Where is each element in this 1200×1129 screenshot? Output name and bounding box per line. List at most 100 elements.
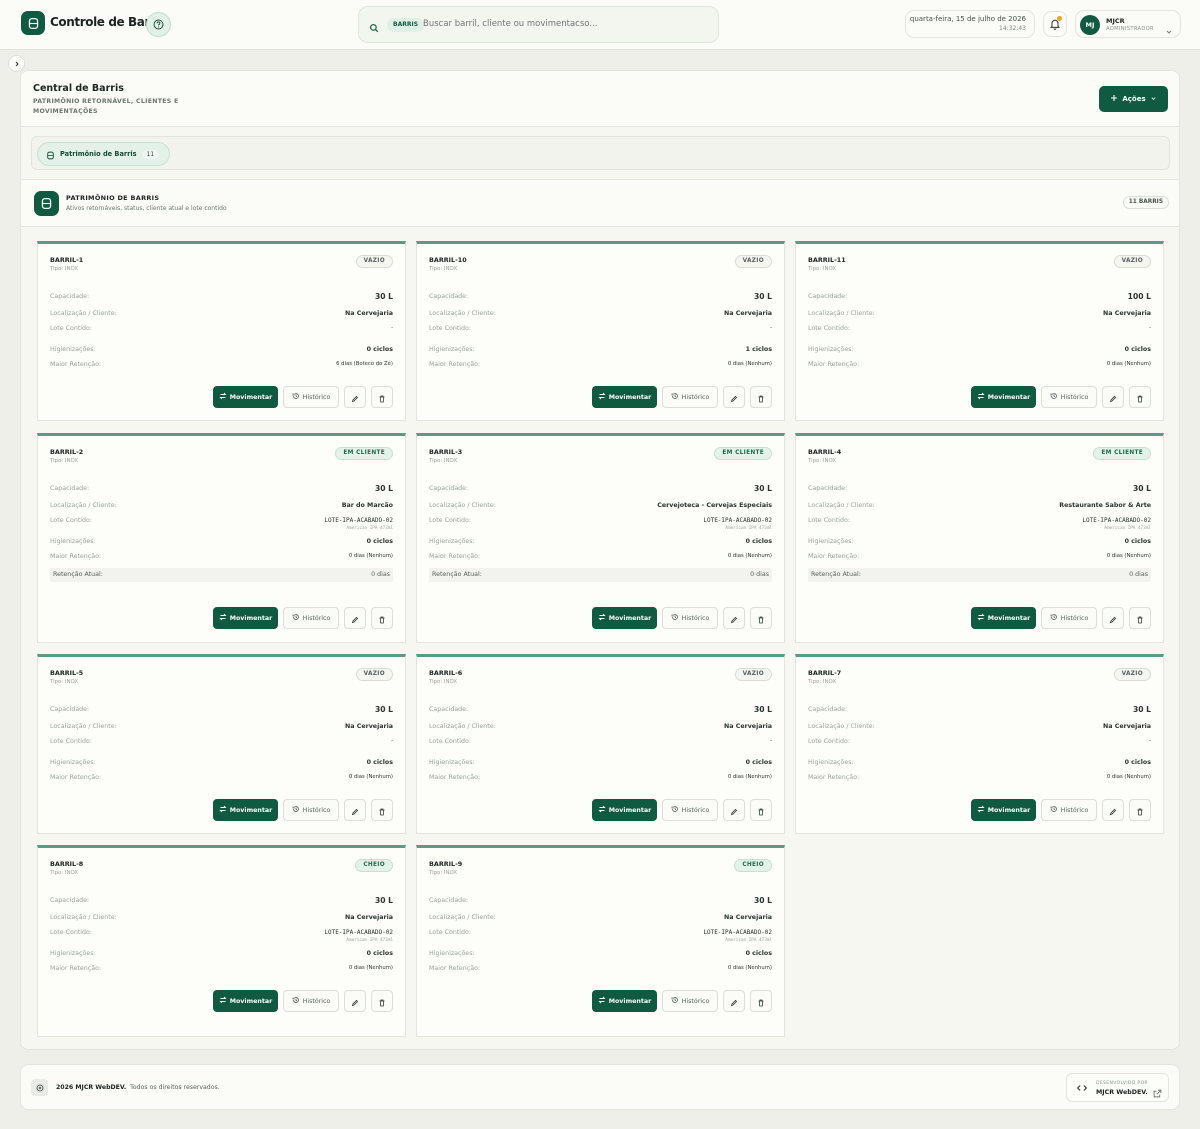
- page-title: Central de Barris: [33, 83, 124, 94]
- move-button[interactable]: Movimentar: [971, 386, 1036, 408]
- edit-button[interactable]: [1102, 386, 1124, 408]
- barrel-id: BARRIL-8: [50, 860, 84, 868]
- trash-icon: [378, 801, 386, 820]
- batch-value: -: [770, 325, 772, 331]
- max-retention-value: 0 dias (Nenhum): [1106, 361, 1151, 367]
- history-button[interactable]: Histórico: [1041, 799, 1097, 821]
- history-button[interactable]: Histórico: [662, 386, 718, 408]
- history-button[interactable]: Histórico: [283, 990, 339, 1012]
- dev-label: DESENVOLVIDO POR: [1096, 1081, 1148, 1086]
- location-row: Localização / Cliente: Restaurante Sabor …: [808, 502, 1151, 514]
- history-button[interactable]: Histórico: [283, 386, 339, 408]
- search-input[interactable]: [423, 19, 703, 29]
- actions-button[interactable]: Ações: [1099, 86, 1168, 112]
- delete-button[interactable]: [371, 386, 393, 408]
- history-button[interactable]: Histórico: [1041, 607, 1097, 629]
- edit-icon: [351, 992, 359, 1011]
- delete-button[interactable]: [371, 607, 393, 629]
- delete-button[interactable]: [1129, 799, 1151, 821]
- batch-product: American IPA 473ml: [725, 938, 772, 943]
- max-retention-label: Maior Retenção:: [429, 774, 481, 781]
- tab-count: 11: [141, 149, 160, 159]
- move-button[interactable]: Movimentar: [213, 386, 278, 408]
- delete-button[interactable]: [750, 607, 772, 629]
- move-button[interactable]: Movimentar: [592, 990, 657, 1012]
- batch-product: American IPA 473ml: [1104, 526, 1151, 531]
- barrel-id: BARRIL-5: [50, 669, 84, 677]
- tab-patrimonio[interactable]: Patrimônio de Barris 11: [37, 142, 171, 166]
- move-button[interactable]: Movimentar: [971, 607, 1036, 629]
- edit-button[interactable]: [723, 990, 745, 1012]
- barrel-id: BARRIL-2: [50, 448, 84, 456]
- delete-button[interactable]: [750, 386, 772, 408]
- move-button[interactable]: Movimentar: [592, 607, 657, 629]
- user-menu[interactable]: MJ MJCR ADMINISTRADOR: [1075, 10, 1181, 38]
- move-button[interactable]: Movimentar: [213, 607, 278, 629]
- developer-link[interactable]: DESENVOLVIDO POR MJCR WebDEV.: [1066, 1073, 1169, 1102]
- move-label: Movimentar: [229, 997, 273, 1005]
- history-button[interactable]: Histórico: [662, 799, 718, 821]
- barrel-type: Tipo: INOX: [50, 266, 79, 272]
- barrel-logo-icon[interactable]: [21, 11, 45, 35]
- batch-row: Lote Contido: -: [808, 738, 1151, 750]
- edit-button[interactable]: [1102, 607, 1124, 629]
- delete-button[interactable]: [750, 799, 772, 821]
- location-value: Bar do Marcão: [341, 502, 393, 509]
- history-button[interactable]: Histórico: [1041, 386, 1097, 408]
- user-name: MJCR: [1106, 17, 1125, 25]
- edit-button[interactable]: [344, 799, 366, 821]
- delete-button[interactable]: [371, 990, 393, 1012]
- external-link-icon: [1153, 1083, 1162, 1102]
- delete-button[interactable]: [1129, 386, 1151, 408]
- edit-button[interactable]: [1102, 799, 1124, 821]
- cleanings-row: Higienizações: 0 ciclos: [808, 538, 1151, 550]
- edit-button[interactable]: [344, 990, 366, 1012]
- batch-value: -: [391, 738, 393, 744]
- chevron-right-icon[interactable]: [8, 55, 25, 72]
- help-icon[interactable]: [146, 12, 171, 37]
- location-row: Localização / Cliente: Na Cervejaria: [429, 723, 772, 735]
- bell-icon[interactable]: [1043, 11, 1067, 37]
- edit-button[interactable]: [723, 799, 745, 821]
- move-button[interactable]: Movimentar: [213, 799, 278, 821]
- barrel-id: BARRIL-11: [808, 256, 846, 264]
- history-icon: [671, 805, 679, 815]
- max-retention-value: 0 dias (Nenhum): [727, 553, 772, 559]
- notification-dot: [1057, 16, 1062, 21]
- edit-button[interactable]: [344, 386, 366, 408]
- move-button[interactable]: Movimentar: [971, 799, 1036, 821]
- edit-button[interactable]: [723, 386, 745, 408]
- trash-icon: [1136, 801, 1144, 820]
- location-value: Na Cervejaria: [723, 310, 772, 317]
- edit-button[interactable]: [344, 607, 366, 629]
- history-button[interactable]: Histórico: [283, 607, 339, 629]
- max-retention-value: 0 dias (Nenhum): [727, 965, 772, 971]
- edit-button[interactable]: [723, 607, 745, 629]
- location-label: Localização / Cliente:: [429, 723, 496, 730]
- delete-button[interactable]: [750, 990, 772, 1012]
- history-button[interactable]: Histórico: [283, 799, 339, 821]
- history-icon: [671, 392, 679, 402]
- edit-icon: [730, 609, 738, 628]
- page-header: Central de Barris PATRIMÔNIO RETORNÁVEL,…: [21, 71, 1179, 127]
- barrel-icon: [46, 145, 55, 164]
- delete-button[interactable]: [371, 799, 393, 821]
- max-retention-row: Maior Retenção: 0 dias (Nenhum): [429, 361, 772, 373]
- move-button[interactable]: Movimentar: [213, 990, 278, 1012]
- capacity-row: Capacidade: 30 L: [808, 705, 1151, 718]
- history-button[interactable]: Histórico: [662, 990, 718, 1012]
- max-retention-label: Maior Retenção:: [808, 361, 860, 368]
- section-title: PATRIMÔNIO DE BARRIS: [66, 194, 160, 202]
- location-value: Restaurante Sabor & Arte: [1059, 502, 1151, 509]
- edit-icon: [730, 388, 738, 407]
- batch-value: -: [1149, 325, 1151, 331]
- edit-icon: [1109, 801, 1117, 820]
- search-bar[interactable]: BARRIS: [358, 6, 719, 43]
- delete-button[interactable]: [1129, 607, 1151, 629]
- edit-icon: [730, 992, 738, 1011]
- move-button[interactable]: Movimentar: [592, 386, 657, 408]
- move-button[interactable]: Movimentar: [592, 799, 657, 821]
- history-button[interactable]: Histórico: [662, 607, 718, 629]
- move-label: Movimentar: [229, 806, 273, 814]
- cleanings-value: 1 ciclos: [745, 346, 772, 353]
